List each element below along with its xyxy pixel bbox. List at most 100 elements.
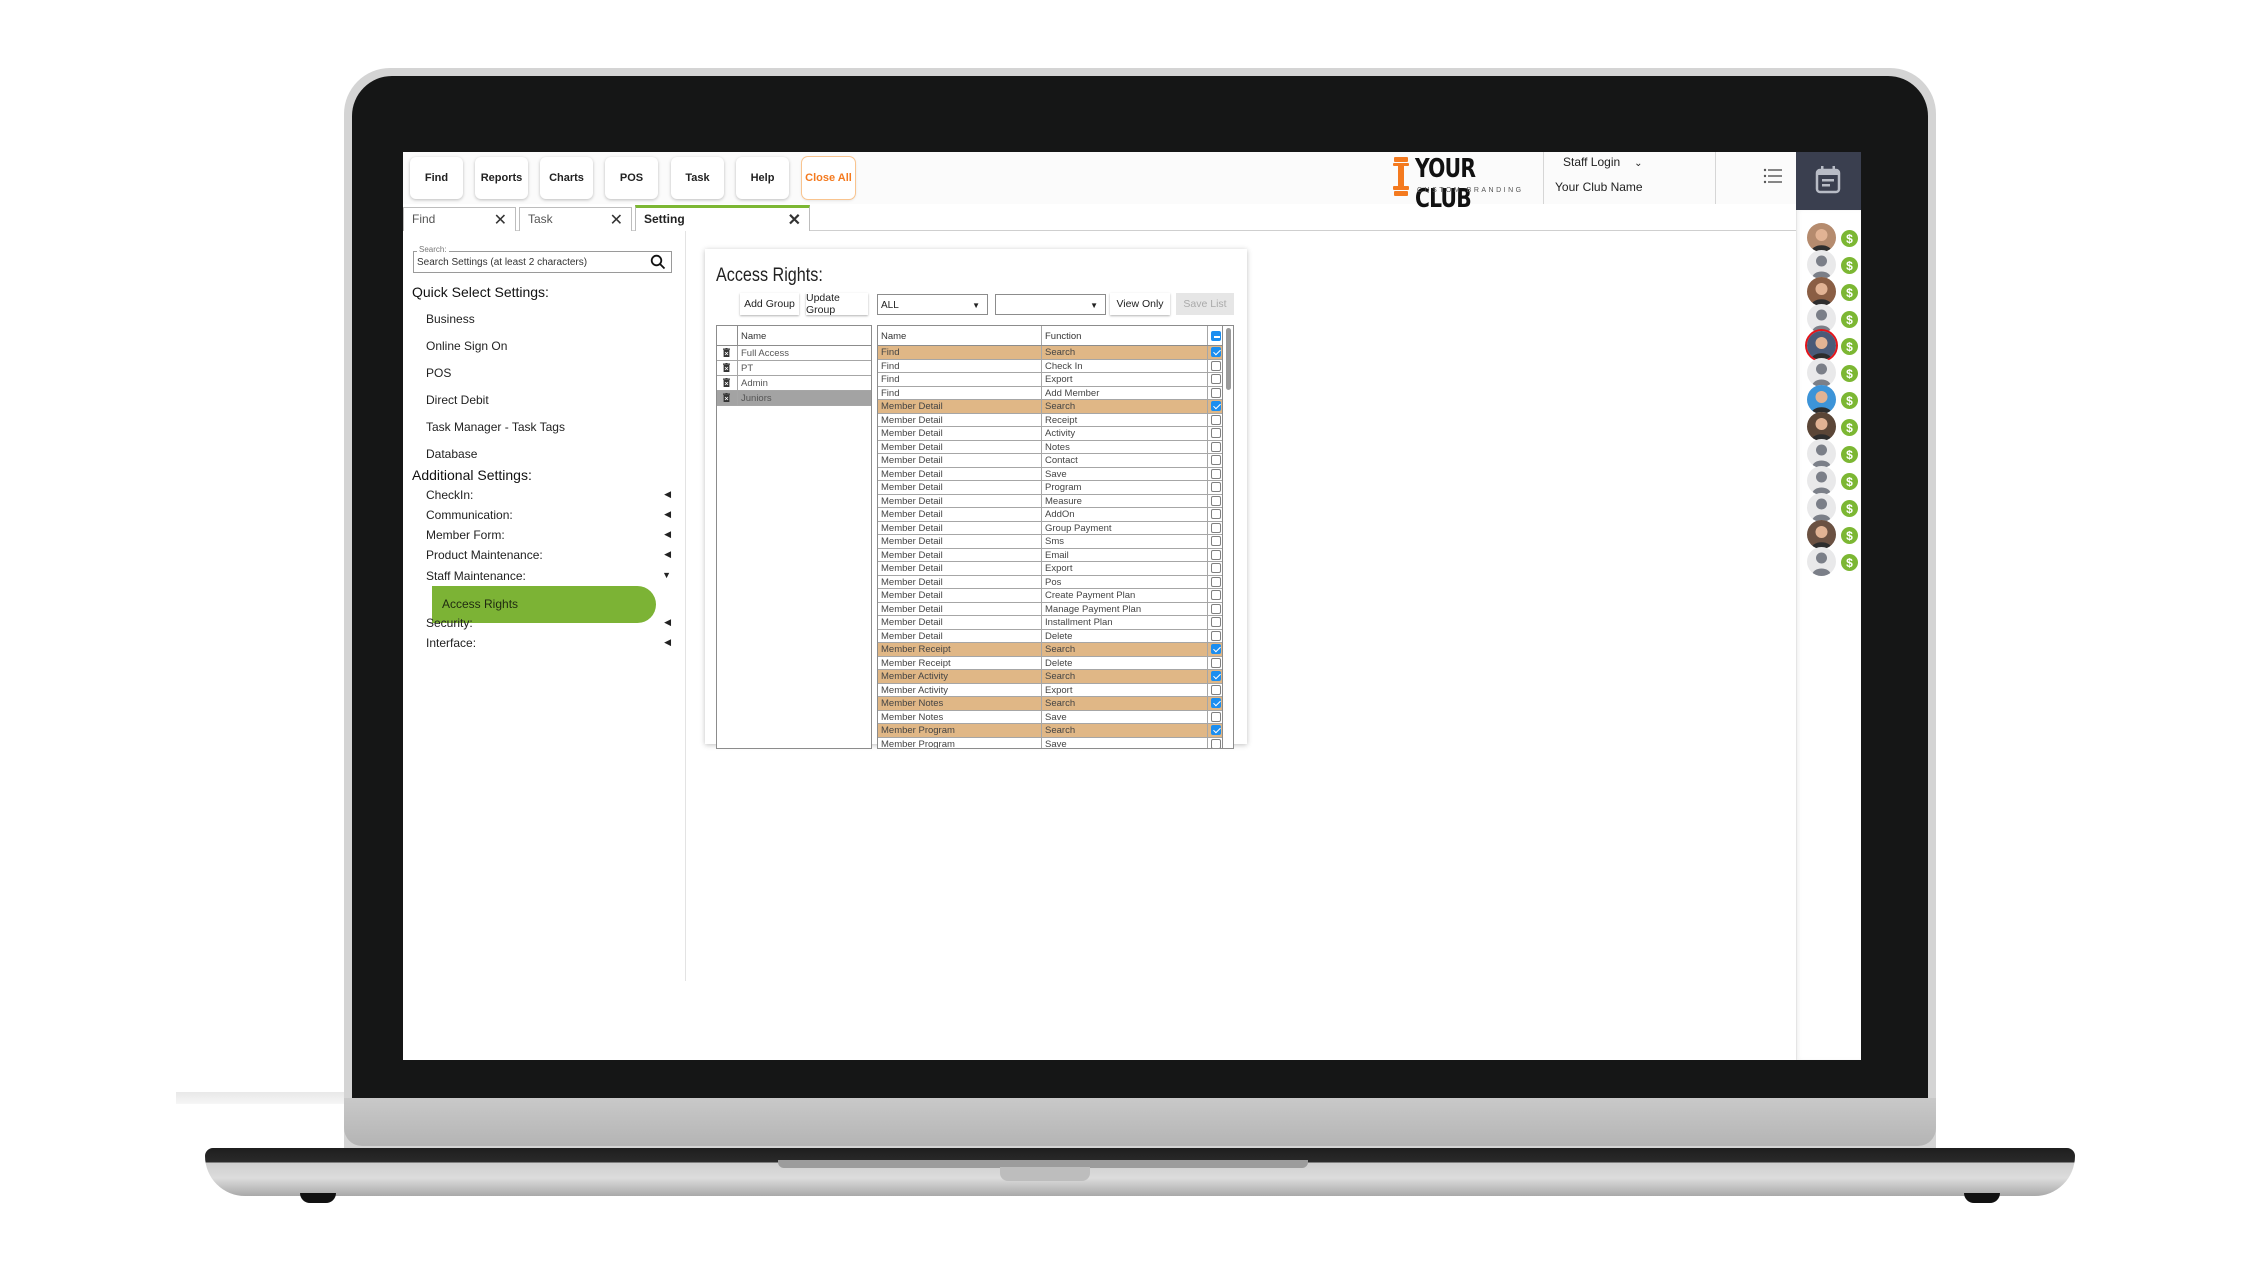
group-row[interactable]: Juniors [717, 391, 871, 406]
permission-checkbox[interactable] [1211, 482, 1221, 492]
member-rail-item[interactable]: $ [1807, 358, 1858, 388]
additional-item-product-maintenance[interactable]: Product Maintenance: ◀ [426, 548, 671, 562]
trash-icon[interactable] [723, 393, 730, 402]
avatar-placeholder-icon[interactable] [1807, 439, 1836, 468]
avatar[interactable] [1807, 385, 1836, 414]
view-only-button[interactable]: View Only [1110, 293, 1170, 315]
member-rail-item[interactable]: $ [1807, 520, 1858, 550]
select-all-checkbox[interactable] [1211, 331, 1221, 341]
permission-checkbox[interactable] [1211, 576, 1221, 587]
tab-find[interactable]: Find ✕ [403, 207, 516, 231]
permission-checkbox[interactable] [1211, 509, 1221, 519]
permission-checkbox[interactable] [1211, 455, 1221, 465]
staff-login-dropdown[interactable]: Staff Login ⌄ [1563, 155, 1643, 169]
settings-search-input[interactable] [417, 257, 642, 268]
additional-item-checkin[interactable]: CheckIn: ◀ [426, 488, 671, 502]
avatar-placeholder-icon[interactable] [1807, 466, 1836, 495]
dollar-badge-icon[interactable]: $ [1841, 500, 1858, 517]
permission-checkbox[interactable] [1211, 374, 1221, 384]
close-icon[interactable]: ✕ [788, 210, 801, 230]
permission-checkbox[interactable] [1211, 684, 1221, 695]
member-rail-item[interactable]: $ [1807, 412, 1858, 442]
secondary-filter-select[interactable]: ▼ [995, 294, 1106, 315]
permission-checkbox[interactable] [1211, 603, 1221, 614]
additional-item-staff-maintenance[interactable]: Staff Maintenance: ▼ [426, 569, 671, 583]
avatar[interactable] [1807, 412, 1836, 441]
calendar-button[interactable] [1796, 152, 1861, 210]
close-icon[interactable]: ✕ [494, 210, 507, 230]
add-group-button[interactable]: Add Group [740, 293, 799, 315]
member-rail-item[interactable]: $ [1807, 331, 1858, 361]
permission-checkbox[interactable] [1211, 428, 1221, 438]
help-button[interactable]: Help [736, 157, 789, 199]
close-icon[interactable]: ✕ [610, 210, 623, 230]
permission-checkbox[interactable] [1211, 347, 1221, 357]
trash-icon[interactable] [723, 363, 730, 372]
avatar-placeholder-icon[interactable] [1807, 547, 1836, 576]
dollar-badge-icon[interactable]: $ [1841, 473, 1858, 490]
quick-item-business[interactable]: Business [426, 312, 671, 326]
trash-icon[interactable] [723, 348, 730, 357]
permission-checkbox[interactable] [1211, 725, 1221, 735]
additional-item-member-form[interactable]: Member Form: ◀ [426, 528, 671, 542]
member-rail-item[interactable]: $ [1807, 223, 1858, 253]
module-filter-select[interactable]: ALL ▼ [877, 294, 988, 315]
pos-button[interactable]: POS [605, 157, 658, 199]
search-icon[interactable] [650, 254, 666, 270]
member-rail-item[interactable]: $ [1807, 547, 1858, 577]
permission-checkbox[interactable] [1211, 522, 1221, 533]
quick-item-task-tags[interactable]: Task Manager - Task Tags [426, 420, 671, 434]
close-all-button[interactable]: Close All [802, 157, 855, 199]
member-rail-item[interactable]: $ [1807, 439, 1858, 469]
dollar-badge-icon[interactable]: $ [1841, 338, 1858, 355]
dollar-badge-icon[interactable]: $ [1841, 446, 1858, 463]
permission-checkbox[interactable] [1211, 468, 1221, 479]
member-rail-item[interactable]: $ [1807, 277, 1858, 307]
permission-checkbox[interactable] [1211, 698, 1221, 708]
task-button[interactable]: Task [671, 157, 724, 199]
permission-checkbox[interactable] [1211, 495, 1221, 506]
trash-icon[interactable] [723, 378, 730, 387]
scrollbar[interactable] [1222, 326, 1233, 748]
group-row[interactable]: Admin [717, 376, 871, 391]
permission-checkbox[interactable] [1211, 590, 1221, 600]
quick-item-direct-debit[interactable]: Direct Debit [426, 393, 671, 407]
dollar-badge-icon[interactable]: $ [1841, 554, 1858, 571]
permission-checkbox[interactable] [1211, 617, 1221, 627]
avatar[interactable] [1807, 223, 1836, 252]
additional-item-interface[interactable]: Interface: ◀ [426, 636, 671, 650]
dollar-badge-icon[interactable]: $ [1841, 257, 1858, 274]
avatar-placeholder-icon[interactable] [1807, 250, 1836, 279]
group-row[interactable]: Full Access [717, 346, 871, 361]
avatar-placeholder-icon[interactable] [1807, 493, 1836, 522]
additional-item-communication[interactable]: Communication: ◀ [426, 508, 671, 522]
permission-checkbox[interactable] [1211, 549, 1221, 560]
additional-item-security[interactable]: Security: ◀ [426, 616, 671, 630]
permission-checkbox[interactable] [1211, 441, 1221, 452]
avatar[interactable] [1807, 520, 1836, 549]
avatar[interactable] [1807, 277, 1836, 306]
dollar-badge-icon[interactable]: $ [1841, 527, 1858, 544]
member-rail-item[interactable]: $ [1807, 466, 1858, 496]
permission-checkbox[interactable] [1211, 414, 1221, 425]
quick-item-database[interactable]: Database [426, 447, 671, 461]
permission-checkbox[interactable] [1211, 671, 1221, 681]
save-list-button[interactable]: Save List [1176, 293, 1234, 315]
permission-checkbox[interactable] [1211, 644, 1221, 654]
permission-checkbox[interactable] [1211, 401, 1221, 411]
update-group-button[interactable]: Update Group [806, 292, 868, 316]
dollar-badge-icon[interactable]: $ [1841, 392, 1858, 409]
tab-task[interactable]: Task ✕ [519, 207, 632, 231]
permission-checkbox[interactable] [1211, 563, 1221, 573]
member-rail-item[interactable]: $ [1807, 493, 1858, 523]
permission-checkbox[interactable] [1211, 711, 1221, 722]
charts-button[interactable]: Charts [540, 157, 593, 199]
dollar-badge-icon[interactable]: $ [1841, 419, 1858, 436]
permission-checkbox[interactable] [1211, 387, 1221, 398]
find-button[interactable]: Find [410, 157, 463, 199]
permission-checkbox[interactable] [1211, 630, 1221, 641]
tab-setting[interactable]: Setting ✕ [635, 205, 810, 231]
scrollbar-thumb[interactable] [1226, 328, 1231, 390]
member-rail-item[interactable]: $ [1807, 385, 1858, 415]
dollar-badge-icon[interactable]: $ [1841, 284, 1858, 301]
